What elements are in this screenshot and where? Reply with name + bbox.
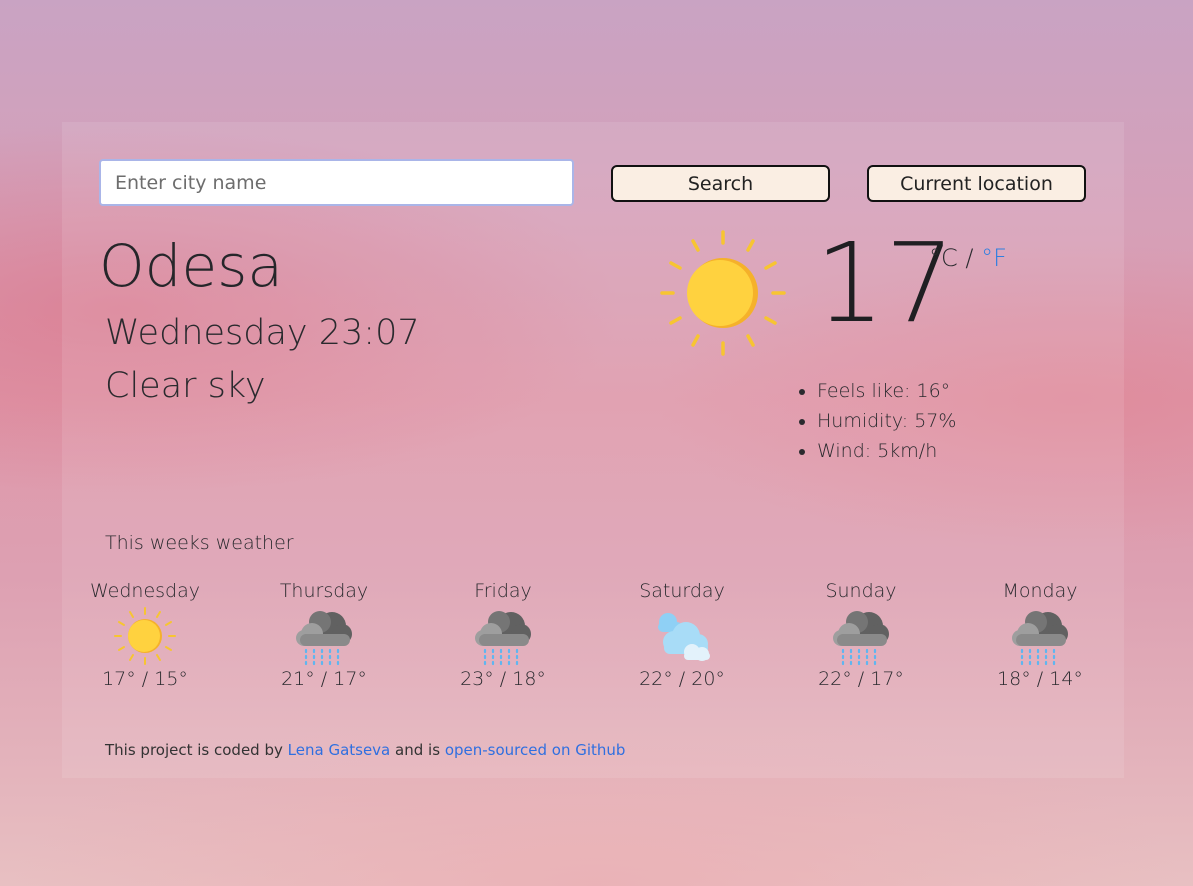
current-datetime: Wednesday 23:07	[105, 313, 420, 353]
city-search-input[interactable]	[99, 159, 574, 206]
forecast-day-name: Sunday	[825, 580, 897, 602]
forecast-day: Friday 23° / 18°	[428, 580, 578, 690]
forecast-day-name: Friday	[474, 580, 532, 602]
forecast-temp-range: 22° / 20°	[639, 668, 725, 690]
sun-icon	[660, 230, 786, 356]
celsius-unit[interactable]: °C	[929, 244, 958, 272]
forecast-temp-range: 18° / 14°	[997, 668, 1083, 690]
forecast-temp-range: 21° / 17°	[281, 668, 367, 690]
forecast-day-name: Saturday	[639, 580, 725, 602]
sun-icon	[114, 607, 176, 665]
forecast-day: Saturday 22° / 20°	[607, 580, 757, 690]
footer-prefix: This project is coded by	[105, 741, 283, 759]
wind: Wind: 5km/h	[798, 436, 956, 466]
forecast-day-name: Wednesday	[89, 580, 200, 602]
cloudy-icon	[658, 613, 710, 661]
author-link[interactable]: Lena Gatseva	[288, 741, 391, 759]
weather-details-list: Feels like: 16° Humidity: 57% Wind: 5km/…	[798, 376, 956, 466]
city-name: Odesa	[99, 232, 283, 300]
forecast-temp-range: 22° / 17°	[818, 668, 904, 690]
forecast-day-name: Monday	[1002, 580, 1078, 602]
forecast-temp-range: 17° / 15°	[102, 668, 188, 690]
unit-separator: /	[965, 244, 974, 272]
rain-cloud-icon	[1012, 611, 1068, 666]
rain-cloud-icon	[296, 611, 352, 666]
forecast-day: Wednesday 17° / 15°	[70, 580, 220, 690]
footer: This project is coded by Lena Gatseva an…	[105, 741, 625, 759]
forecast-day: Thursday 21° / 17°	[249, 580, 399, 690]
search-button[interactable]: Search	[611, 165, 830, 202]
fahrenheit-link[interactable]: °F	[981, 244, 1007, 272]
rain-cloud-icon	[833, 611, 889, 666]
unit-toggle: °C / °F	[929, 244, 1007, 272]
forecast-day: Monday 18° / 14°	[965, 580, 1115, 690]
weather-description: Clear sky	[105, 366, 266, 406]
forecast-day-name: Thursday	[279, 580, 369, 602]
humidity: Humidity: 57%	[798, 406, 956, 436]
feels-like: Feels like: 16°	[798, 376, 956, 406]
current-location-button[interactable]: Current location	[867, 165, 1086, 202]
forecast-day: Sunday 22° / 17°	[786, 580, 936, 690]
forecast-temp-range: 23° / 18°	[460, 668, 546, 690]
footer-middle: and is	[395, 741, 441, 759]
rain-cloud-icon	[475, 611, 531, 666]
github-link[interactable]: open-sourced on Github	[445, 741, 626, 759]
forecast-title: This weeks weather	[105, 532, 294, 554]
